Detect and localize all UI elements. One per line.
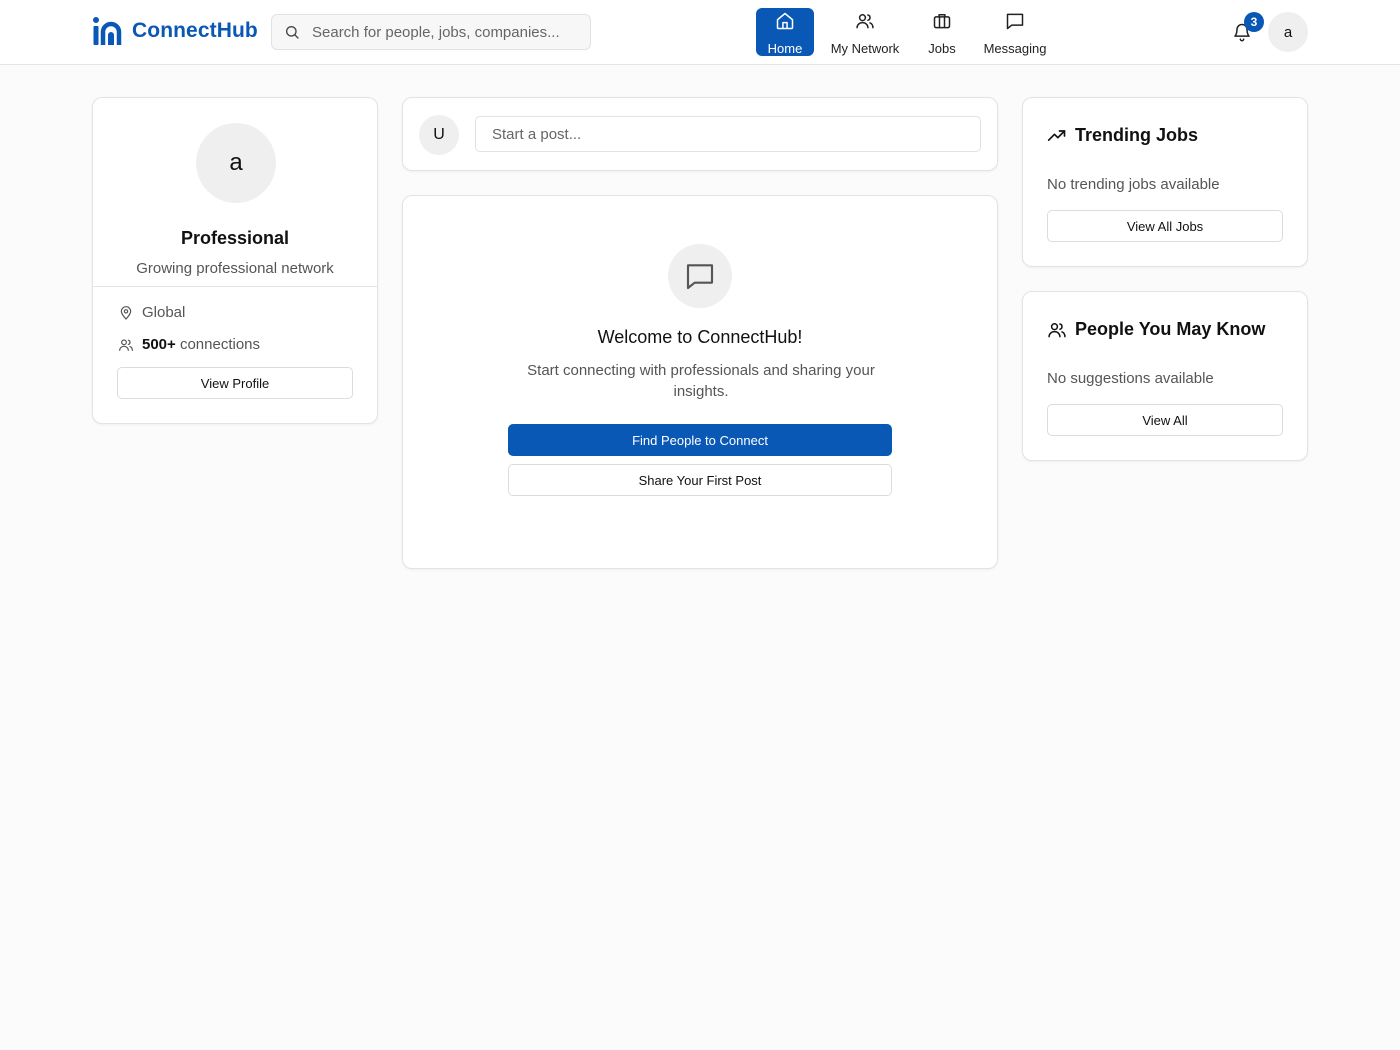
nav-my-network[interactable]: My Network (828, 8, 902, 56)
map-pin-icon (120, 305, 132, 320)
nav-messaging[interactable]: Messaging (980, 8, 1050, 56)
people-empty-text: No suggestions available (1047, 370, 1214, 387)
profile-connections: 500+ connections (118, 336, 260, 353)
user-avatar[interactable]: a (1268, 12, 1308, 52)
nav-jobs-label: Jobs (928, 41, 956, 56)
nav-home-label: Home (767, 41, 803, 56)
people-you-may-know-card: People You May Know No suggestions avail… (1022, 291, 1308, 461)
connections-label: connections (179, 336, 261, 353)
message-square-icon (1005, 10, 1025, 32)
people-you-may-know-title: People You May Know (1075, 319, 1266, 339)
trending-jobs-heading: Trending Jobs (1047, 125, 1198, 146)
users-icon (855, 10, 875, 32)
nav-jobs[interactable]: Jobs (922, 8, 962, 56)
view-all-people-button[interactable]: View All (1047, 404, 1283, 436)
home-icon (775, 10, 795, 32)
connecthub-logo-icon (93, 17, 122, 45)
profile-tagline: Growing professional network (136, 260, 334, 277)
share-first-post-button[interactable]: Share Your First Post (508, 464, 892, 496)
users-icon (1048, 322, 1066, 337)
welcome-text: Start connecting with professionals and … (527, 362, 875, 400)
profile-name: Professional (180, 228, 290, 248)
message-square-icon (668, 244, 732, 308)
trending-jobs-title: Trending Jobs (1075, 125, 1199, 145)
search-icon (286, 26, 299, 39)
composer-avatar: U (419, 115, 459, 155)
nav-home[interactable]: Home (756, 8, 814, 56)
users-icon (119, 338, 133, 351)
view-profile-button[interactable]: View Profile (117, 367, 353, 399)
view-all-jobs-button[interactable]: View All Jobs (1047, 210, 1283, 242)
welcome-title: Welcome to ConnectHub! (597, 327, 803, 347)
search-bar[interactable] (271, 14, 591, 50)
brand-logo[interactable]: ConnectHub (92, 16, 258, 46)
post-composer-card: U (402, 97, 998, 171)
brand-name: ConnectHub (132, 19, 258, 42)
trending-up-icon (1047, 129, 1066, 141)
people-you-may-know-heading: People You May Know (1047, 319, 1265, 340)
find-people-button[interactable]: Find People to Connect (508, 424, 892, 456)
top-navigation-bar: ConnectHub Home My Network (0, 0, 1400, 65)
profile-location-text: Global (142, 304, 186, 321)
profile-location: Global (118, 304, 185, 321)
profile-divider (93, 286, 377, 287)
profile-avatar[interactable]: a (196, 123, 276, 203)
nav-my-network-label: My Network (830, 41, 900, 56)
nav-messaging-label: Messaging (983, 41, 1047, 56)
trending-jobs-empty-text: No trending jobs available (1047, 176, 1220, 193)
connections-count: 500+ (142, 336, 176, 353)
trending-jobs-card: Trending Jobs No trending jobs available… (1022, 97, 1308, 267)
profile-card: a Professional Growing professional netw… (92, 97, 378, 424)
start-post-input[interactable] (475, 116, 981, 152)
search-input[interactable] (312, 23, 582, 41)
briefcase-icon (932, 10, 952, 32)
welcome-card: Welcome to ConnectHub! Start connecting … (402, 195, 998, 569)
notification-count-badge: 3 (1244, 12, 1264, 32)
